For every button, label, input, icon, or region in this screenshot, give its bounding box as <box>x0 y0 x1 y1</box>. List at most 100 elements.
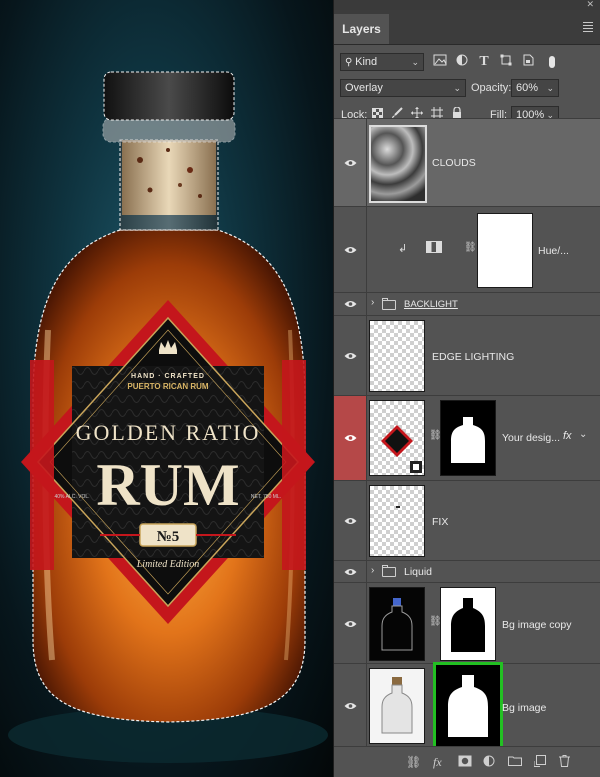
layer-thumbnail-clouds[interactable] <box>369 125 427 203</box>
layer-name-clouds[interactable]: CLOUDS <box>432 157 476 169</box>
layer-mask-thumbnail-bg-image-copy[interactable] <box>440 587 496 661</box>
layer-mask-thumbnail-your-design[interactable] <box>440 400 496 476</box>
eye-icon <box>344 703 357 709</box>
clipping-arrow-icon: ↲ <box>398 243 408 255</box>
layer-group-liquid[interactable]: › Liquid <box>334 560 600 582</box>
visibility-toggle[interactable] <box>334 561 367 582</box>
layer-row-bg-image-copy[interactable]: ⛓ Bg image copy <box>334 582 600 663</box>
link-layers-icon[interactable]: ⛓ <box>406 755 421 769</box>
visibility-toggle[interactable] <box>334 119 367 206</box>
collapse-panel-icon[interactable]: ✕ <box>586 0 594 10</box>
layer-row-hue-saturation[interactable]: ↲ ⛓ Hue/... <box>334 206 600 292</box>
layer-mask-thumbnail-bg-image[interactable] <box>433 662 503 750</box>
eye-icon <box>344 353 357 359</box>
layer-name-bg-image[interactable]: Bg image <box>502 702 546 714</box>
visibility-toggle[interactable] <box>334 481 367 560</box>
visibility-toggle[interactable] <box>334 293 367 315</box>
label-line-1: HAND · CRAFTED <box>131 373 205 380</box>
chevron-down-icon[interactable]: ⌄ <box>579 429 587 440</box>
layer-row-edge-lighting[interactable]: EDGE LIGHTING <box>334 315 600 395</box>
layers-panel: ✕ Layers ⚲ Kind ⌄ T Overlay ⌄ Opacity: 6… <box>333 0 600 777</box>
chevron-right-icon[interactable]: › <box>371 297 374 308</box>
layer-name-hue[interactable]: Hue/... <box>538 245 569 257</box>
layer-name-bg-image-copy[interactable]: Bg image copy <box>502 619 571 631</box>
layer-name-edge-lighting[interactable]: EDGE LIGHTING <box>432 351 514 363</box>
visibility-toggle[interactable] <box>334 396 367 480</box>
layer-name-fix[interactable]: FIX <box>432 516 448 528</box>
chevron-right-icon[interactable]: › <box>371 565 374 576</box>
layer-thumbnail-edge-lighting[interactable] <box>369 320 425 392</box>
eye-icon <box>344 301 357 307</box>
folder-icon <box>382 298 396 310</box>
bottle-artwork: HAND · CRAFTED PUERTO RICAN RUM GOLDEN R… <box>8 71 328 763</box>
filter-smart-object-icon[interactable] <box>520 54 536 70</box>
new-group-icon[interactable] <box>508 755 522 769</box>
layer-mask-thumbnail-hue[interactable] <box>477 213 533 288</box>
bottle-mask-shape <box>451 417 485 463</box>
layer-name-your-design[interactable]: Your desig... <box>502 432 560 444</box>
filter-shape-icon[interactable] <box>498 54 514 70</box>
filter-kind-dropdown[interactable]: ⚲ Kind ⌄ <box>340 53 424 71</box>
filter-pixel-icon[interactable] <box>432 54 448 70</box>
layer-name-liquid[interactable]: Liquid <box>404 566 432 578</box>
visibility-toggle[interactable] <box>334 207 367 292</box>
layer-row-fix[interactable]: FIX <box>334 480 600 560</box>
filter-adjustment-icon[interactable] <box>454 54 470 70</box>
layer-group-backlight[interactable]: › BACKLIGHT <box>334 292 600 315</box>
label-number: №5 <box>157 529 180 545</box>
panel-top-bar: ✕ <box>334 0 600 10</box>
blend-row: Overlay ⌄ Opacity: 60% ⌄ <box>334 75 600 101</box>
filter-kind-value: Kind <box>355 56 378 68</box>
filter-type-icon[interactable]: T <box>476 54 492 70</box>
label-line-2: PUERTO RICAN RUM <box>127 382 209 391</box>
chevron-down-icon: ⌄ <box>546 83 554 93</box>
visibility-toggle[interactable] <box>334 316 367 395</box>
tab-layers[interactable]: Layers <box>334 14 389 44</box>
opacity-value: 60% <box>516 82 539 94</box>
new-adjustment-layer-icon[interactable] <box>483 755 495 770</box>
new-layer-icon[interactable] <box>533 755 546 770</box>
visibility-toggle[interactable] <box>334 664 367 747</box>
layers-list: CLOUDS ↲ ⛓ Hue/... › BACKLIGHT EDGE LIGH… <box>334 118 600 750</box>
filter-toggle[interactable] <box>549 56 555 68</box>
layer-thumbnail-your-design[interactable] <box>369 400 425 476</box>
label-brand: GOLDEN RATIO <box>76 420 261 445</box>
eye-icon <box>344 569 357 575</box>
layer-row-your-design[interactable]: ⛓ Your desig... fx ⌄ <box>334 395 600 480</box>
add-mask-icon[interactable] <box>458 755 472 770</box>
light-bottle-preview <box>381 677 413 734</box>
visibility-toggle[interactable] <box>334 583 367 663</box>
fx-icon[interactable]: fx <box>433 755 442 769</box>
panel-menu-icon[interactable] <box>583 22 593 34</box>
layer-thumbnail-bg-image[interactable] <box>369 668 425 744</box>
fx-icon[interactable]: fx <box>563 430 572 442</box>
layer-thumbnail-bg-image-copy[interactable] <box>369 587 425 661</box>
link-icon[interactable]: ⛓ <box>429 616 442 628</box>
folder-icon <box>382 565 396 577</box>
eye-icon <box>344 435 357 441</box>
label-product: RUM <box>96 452 239 518</box>
eye-icon <box>344 518 357 524</box>
dark-bottle-preview <box>381 598 413 651</box>
filter-row: ⚲ Kind ⌄ T <box>334 49 600 75</box>
blend-mode-dropdown[interactable]: Overlay ⌄ <box>340 79 466 97</box>
bottle-mask-shape <box>451 598 485 652</box>
opacity-label: Opacity: <box>471 82 512 94</box>
eye-icon <box>344 621 357 627</box>
link-icon[interactable]: ⛓ <box>429 430 442 442</box>
label-edition: Limited Edition <box>136 559 200 570</box>
link-icon[interactable]: ⛓ <box>464 242 477 254</box>
eye-icon <box>344 247 357 253</box>
eye-icon <box>344 160 357 166</box>
hue-saturation-adjustment-icon <box>426 241 442 253</box>
layer-row-bg-image[interactable]: Bg image <box>334 662 600 750</box>
chevron-down-icon: ⌄ <box>411 57 419 67</box>
layer-name-backlight[interactable]: BACKLIGHT <box>404 299 458 310</box>
document-canvas[interactable]: HAND · CRAFTED PUERTO RICAN RUM GOLDEN R… <box>0 0 333 777</box>
trash-icon[interactable] <box>559 755 570 770</box>
layer-row-clouds[interactable]: CLOUDS <box>334 118 600 206</box>
search-icon: ⚲ <box>345 57 356 68</box>
label-abv: 40% ALC. VOL. <box>54 494 89 500</box>
opacity-field[interactable]: 60% ⌄ <box>511 79 559 97</box>
layer-thumbnail-fix[interactable] <box>369 485 425 557</box>
